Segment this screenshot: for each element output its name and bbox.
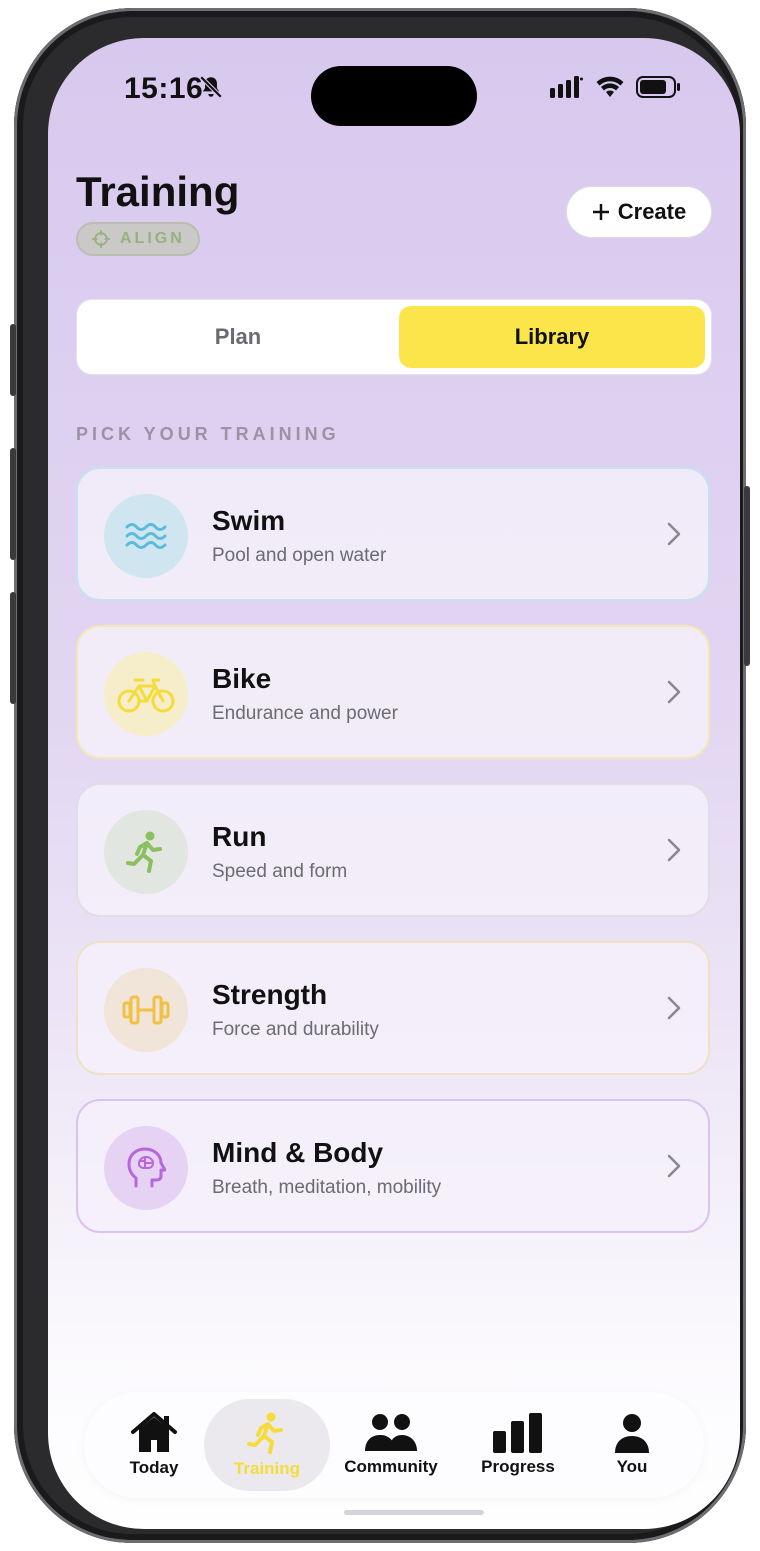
wifi-icon [596,76,624,97]
training-name: Bike [212,663,272,694]
segmented-control: Plan Library [76,299,712,375]
tab-label: You [616,1457,648,1476]
tab-progress[interactable]: Progress [468,1392,568,1498]
training-subtitle: Force and durability [212,1019,379,1040]
volume-down-button [10,592,16,704]
run-icon-circle [104,810,188,894]
runner-icon [247,1412,283,1454]
training-subtitle: Breath, meditation, mobility [212,1177,442,1198]
tab-label: Progress [481,1457,555,1476]
tab-label: Community [344,1457,438,1476]
training-name: Mind & Body [212,1137,384,1168]
tab-community[interactable]: Community [334,1392,448,1498]
training-subtitle: Speed and form [212,861,348,882]
training-subtitle: Endurance and power [212,703,398,724]
signal-icon [550,76,583,98]
tab-training[interactable]: Training [214,1392,320,1498]
status-icons [550,76,682,98]
runner-icon [126,831,162,873]
dumbbell-icon [122,995,170,1025]
create-label: Create [617,199,687,224]
chevron-right-icon [667,522,681,546]
action-button [10,324,16,396]
training-card-swim[interactable]: Swim Pool and open water [76,467,710,601]
bar-chart-icon [493,1413,542,1453]
chevron-right-icon [667,838,681,862]
tab-label: Today [129,1458,179,1477]
training-card-run[interactable]: Run Speed and form [76,783,710,917]
bicycle-icon [117,678,175,713]
status-time: 15:16 [124,72,204,105]
swim-icon-circle [104,494,188,578]
tab-today[interactable]: Today [114,1392,194,1498]
brain-head-icon [127,1147,166,1188]
create-button[interactable]: Create [566,186,712,238]
training-name: Strength [212,979,328,1010]
training-card-strength[interactable]: Strength Force and durability [76,941,710,1075]
training-card-bike[interactable]: Bike Endurance and power [76,625,710,759]
tab-library[interactable]: Library [399,306,705,368]
bell-muted-icon [199,75,223,99]
home-icon [131,1412,177,1452]
dynamic-island [311,66,477,126]
people-icon [365,1414,417,1451]
plus-icon [592,204,609,220]
training-name: Run [212,821,267,852]
training-subtitle: Pool and open water [212,545,387,566]
tab-label: Training [233,1459,301,1478]
chevron-right-icon [667,996,681,1020]
tab-you[interactable]: You [600,1392,664,1498]
training-card-mind-body[interactable]: Mind & Body Breath, meditation, mobility [76,1099,710,1233]
crosshair-icon [92,230,110,248]
strength-icon-circle [104,968,188,1052]
bike-icon-circle [104,652,188,736]
training-name: Swim [212,505,286,536]
page-title: Training [76,168,240,215]
battery-icon [636,76,680,98]
chevron-right-icon [667,1154,681,1178]
mind-icon-circle [104,1126,188,1210]
waves-icon [125,523,167,549]
volume-up-button [10,448,16,560]
chevron-right-icon [667,680,681,704]
align-badge: ALIGN [76,222,200,256]
section-title: PICK YOUR TRAINING [76,424,340,444]
tab-bar: Today Training Community Progress You [84,1392,704,1498]
phone-frame: 15:16 Training ALIGN Create Plan Library… [10,8,750,1543]
screen: 15:16 Training ALIGN Create Plan Library… [48,38,740,1529]
power-button [744,486,750,666]
person-icon [615,1414,649,1453]
home-indicator [344,1510,484,1515]
tab-plan[interactable]: Plan [83,306,393,368]
badge-label: ALIGN [120,230,185,247]
